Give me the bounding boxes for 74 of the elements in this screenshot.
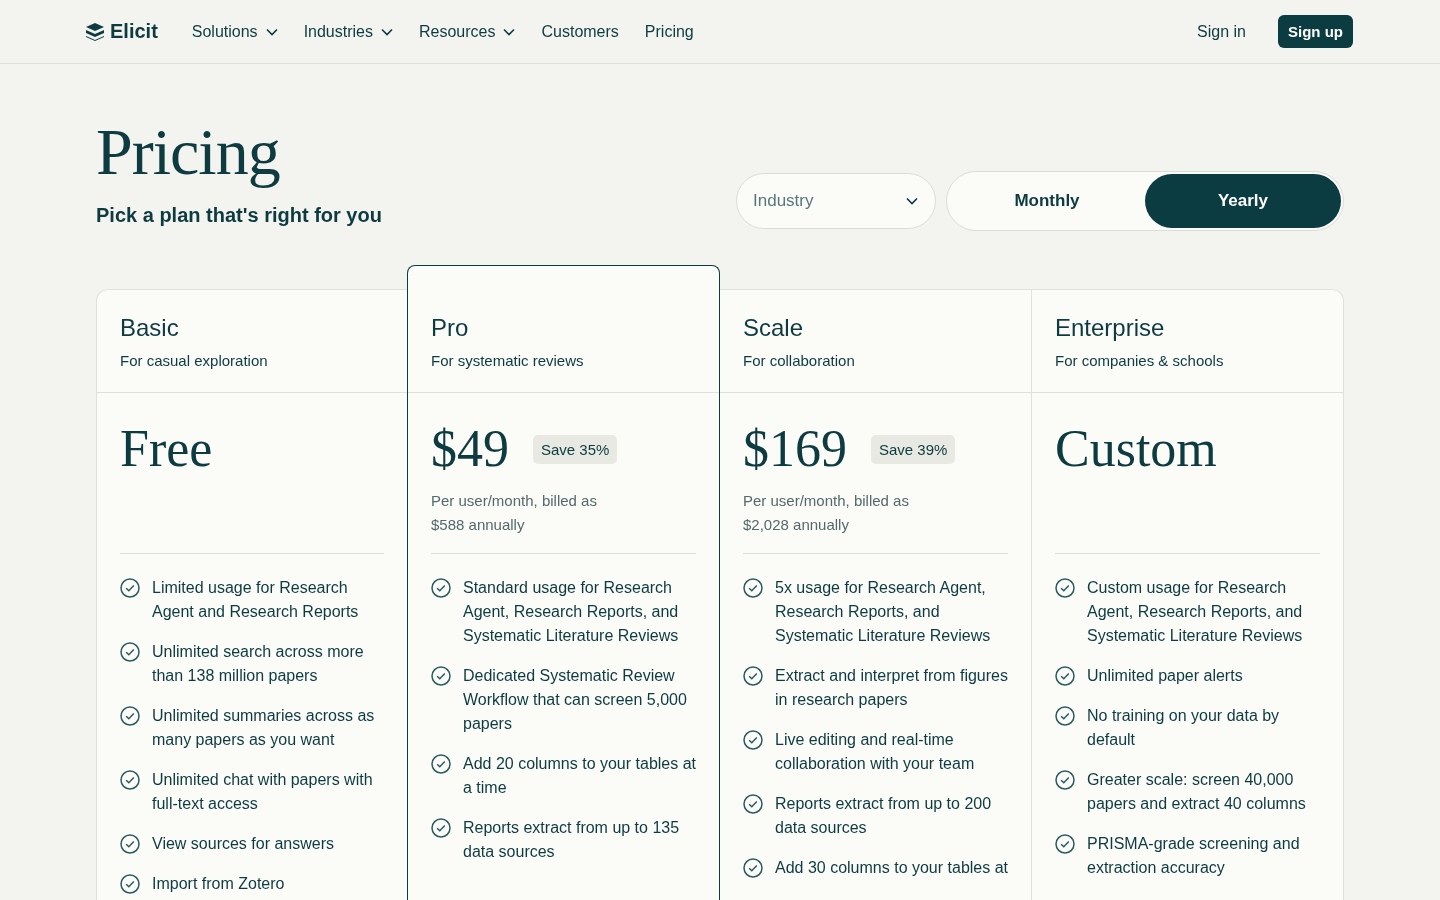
check-circle-icon: [120, 834, 140, 854]
billing-option[interactable]: Yearly: [1145, 174, 1341, 228]
brand-name[interactable]: Elicit: [110, 20, 158, 43]
plan-name: Scale: [743, 314, 805, 342]
plan-tagline: For systematic reviews: [431, 352, 585, 369]
check-circle-icon: [1055, 578, 1075, 598]
check-circle-icon: [431, 754, 451, 774]
feature-text: Add 20 columns to your tables at a time: [463, 754, 697, 798]
feature-text: PRISMA-grade screening and extraction accuracy: [1087, 834, 1301, 878]
plan-price: $49: [431, 421, 509, 477]
feature-text: Custom usage for Research Agent, Research Reports, and Systematic Literature Reviews: [1087, 578, 1304, 646]
plan-price: Custom: [1055, 421, 1217, 477]
check-circle-icon: [120, 874, 140, 894]
billing-note: Per user/month, billed as $588 annually: [431, 491, 598, 535]
billing-note: Per user/month, billed as $2,028 annually: [743, 491, 910, 535]
check-circle-icon: [1055, 706, 1075, 726]
check-circle-icon: [743, 794, 763, 814]
industry-select[interactable]: Industry: [736, 173, 936, 229]
feature-text: Extract and interpret from figures in research papers: [775, 666, 1009, 710]
feature-text: View sources for answers: [152, 834, 334, 854]
logo-icon: [86, 22, 104, 41]
plan-name: Enterprise: [1055, 314, 1166, 342]
savings-badge: Save 39%: [871, 434, 956, 464]
feature-text: Reports extract from up to 200 data sources: [775, 794, 993, 838]
plan-tagline: For casual exploration: [120, 352, 269, 369]
check-circle-icon: [743, 858, 763, 878]
feature-text: Unlimited search across more than 138 million papers: [152, 642, 365, 686]
feature-text: Unlimited chat with papers with full-text access: [152, 770, 374, 814]
feature-text: Import from Zotero: [152, 874, 285, 894]
plan-tagline: For collaboration: [743, 352, 856, 369]
chevron-down-icon: [265, 27, 278, 36]
page-subtitle: Pick a plan that's right for you: [96, 204, 382, 227]
nav-link[interactable]: Customers: [541, 22, 619, 41]
check-circle-icon: [743, 666, 763, 686]
plan-price: $169: [743, 421, 847, 477]
feature-text: Greater scale: screen 40,000 papers and extract 40 columns: [1087, 770, 1307, 814]
nav-link[interactable]: Resources: [419, 22, 516, 41]
chevron-down-icon: [381, 27, 393, 36]
nav-link[interactable]: Solutions: [191, 22, 278, 41]
check-circle-icon: [1055, 770, 1075, 790]
feature-text: Unlimited summaries across as many papers as you want: [152, 706, 376, 750]
chevron-down-icon: [906, 197, 918, 205]
chevron-down-icon: [503, 27, 516, 36]
plan-price: Free: [120, 421, 213, 477]
feature-text: Reports extract from up to 135 data sources: [463, 818, 681, 862]
check-circle-icon: [431, 666, 451, 686]
feature-text: Limited usage for Research Agent and Research Reports: [152, 578, 360, 622]
sign-up-button[interactable]: Sign up: [1278, 15, 1353, 48]
check-circle-icon: [743, 730, 763, 750]
plan-name: Pro: [431, 314, 470, 342]
nav-link[interactable]: Pricing: [644, 22, 694, 41]
check-circle-icon: [743, 578, 763, 598]
feature-text: Add 30 columns to your tables at: [775, 858, 1009, 878]
check-circle-icon: [431, 818, 451, 838]
check-circle-icon: [431, 578, 451, 598]
feature-text: No training on your data by default: [1087, 706, 1281, 750]
feature-text: 5x usage for Research Agent, Research Reports, and Systematic Literature Reviews: [775, 578, 992, 646]
check-circle-icon: [1055, 666, 1075, 686]
plan-tagline: For companies & schools: [1055, 352, 1225, 369]
check-circle-icon: [120, 578, 140, 598]
feature-text: Standard usage for Research Agent, Research Reports, and Systematic Literature Reviews: [463, 578, 680, 646]
savings-badge: Save 35%: [533, 434, 618, 464]
check-circle-icon: [1055, 834, 1075, 854]
billing-option[interactable]: Monthly: [949, 174, 1145, 228]
check-circle-icon: [120, 770, 140, 790]
check-circle-icon: [120, 706, 140, 726]
check-circle-icon: [120, 642, 140, 662]
feature-text: Unlimited paper alerts: [1087, 666, 1243, 686]
plan-name: Basic: [120, 314, 180, 342]
feature-text: Dedicated Systematic Review Workflow that can screen 5,000 papers: [463, 666, 688, 734]
page-title: Pricing: [96, 114, 281, 190]
sign-in-link[interactable]: Sign in: [1191, 21, 1252, 42]
feature-text: Live editing and real-time collaboration with your team: [775, 730, 976, 774]
nav-link[interactable]: Industries: [303, 22, 393, 41]
